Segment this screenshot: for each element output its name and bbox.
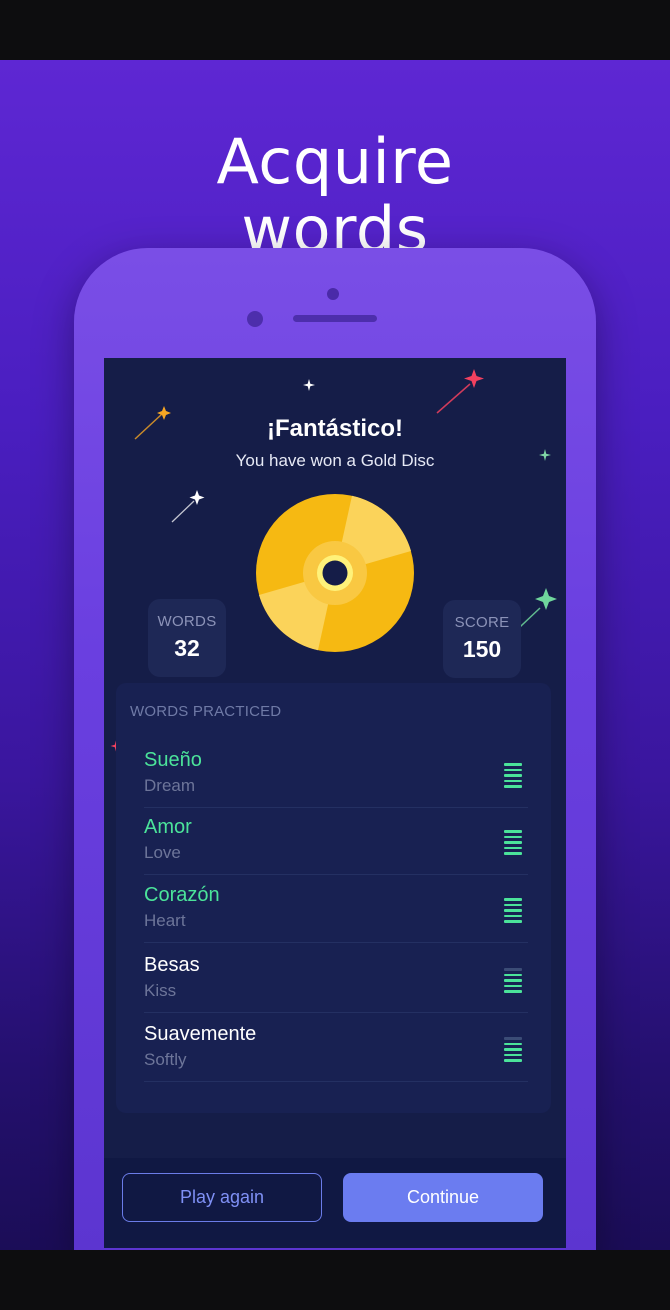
strength-bar	[504, 846, 522, 849]
bottom-letterbox	[0, 1250, 670, 1310]
strength-bar	[504, 830, 522, 833]
continue-button[interactable]: Continue	[343, 1173, 543, 1222]
word-label: Amor	[144, 816, 192, 838]
score-stat: SCORE 150	[443, 600, 521, 678]
result-subtitle: You have won a Gold Disc	[235, 451, 435, 470]
strength-bar	[504, 1037, 522, 1040]
word-label: Suavemente	[144, 1023, 257, 1045]
sparkle-white-large-icon	[171, 490, 205, 523]
word-label: Sueño	[144, 749, 202, 771]
phone-speaker	[293, 315, 377, 322]
strength-bar	[504, 785, 522, 788]
strength-bar	[504, 779, 522, 782]
list-item[interactable]: Corazón Heart	[144, 874, 528, 943]
strength-bars-icon	[504, 830, 522, 858]
words-practiced-card: WORDS PRACTICED Sueño Dream Amor Love Corazó…	[116, 683, 551, 1113]
strength-bar	[504, 909, 522, 912]
sparkle-red-icon	[436, 369, 484, 414]
strength-bar	[504, 763, 522, 766]
strength-bar	[504, 774, 522, 777]
words-stat-label: WORDS	[157, 613, 217, 630]
strength-bars-icon	[504, 898, 522, 926]
phone-sensor	[247, 311, 263, 327]
strength-bar	[504, 984, 522, 987]
strength-bar	[504, 903, 522, 906]
strength-bars-icon	[504, 1037, 522, 1065]
score-stat-label: SCORE	[454, 614, 510, 631]
score-stat-value: 150	[462, 636, 502, 662]
promo-headline: Acquire words	[0, 128, 670, 264]
strength-bar	[504, 841, 522, 844]
list-item[interactable]: Sueño Dream	[144, 739, 528, 808]
strength-bar	[504, 898, 522, 901]
strength-bar	[504, 1053, 522, 1056]
strength-bar	[504, 852, 522, 855]
strength-bar	[504, 835, 522, 838]
strength-bar	[504, 1059, 522, 1062]
list-item[interactable]: Suavemente Softly	[144, 1013, 528, 1082]
translation-label: Dream	[144, 776, 196, 795]
bottom-action-bar: Play again Continue	[104, 1158, 566, 1248]
translation-label: Kiss	[144, 981, 177, 1000]
words-practiced-title: WORDS PRACTICED	[130, 703, 282, 720]
strength-bars-icon	[504, 968, 522, 996]
strength-bar	[504, 768, 522, 771]
strength-bar	[504, 920, 522, 923]
translation-label: Heart	[144, 911, 186, 930]
headline-line-1: Acquire	[216, 125, 454, 198]
result-title: ¡Fantástico!	[266, 415, 403, 442]
words-stat-value: 32	[174, 635, 200, 661]
translation-label: Love	[144, 843, 181, 862]
gold-disc-icon	[256, 494, 414, 652]
word-label: Corazón	[144, 884, 220, 906]
phone-camera	[327, 288, 339, 300]
strength-bar	[504, 914, 522, 917]
sparkle-white-icon	[303, 379, 315, 391]
app-screen: ¡Fantástico! You have won a Gold Disc WO…	[104, 358, 566, 1248]
strength-bar	[504, 990, 522, 993]
strength-bar	[504, 968, 522, 971]
words-stat: WORDS 32	[148, 599, 226, 677]
strength-bar	[504, 1042, 522, 1045]
strength-bar	[504, 973, 522, 976]
translation-label: Softly	[144, 1050, 187, 1069]
list-item[interactable]: Amor Love	[144, 806, 528, 875]
strength-bar	[504, 1048, 522, 1051]
word-label: Besas	[144, 954, 200, 976]
strength-bars-icon	[504, 763, 522, 791]
list-item[interactable]: Besas Kiss	[144, 944, 528, 1013]
strength-bar	[504, 979, 522, 982]
play-again-button[interactable]: Play again	[122, 1173, 322, 1222]
